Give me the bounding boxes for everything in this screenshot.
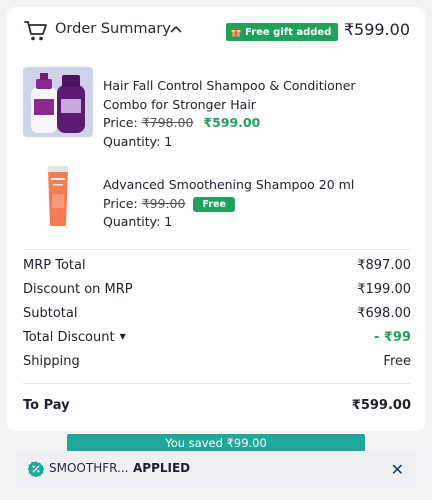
product-image-shampoo-combo [23,67,93,137]
summary-label[interactable]: Total Discount ▼ [23,330,126,345]
summary-value: Free [383,354,411,369]
summary-label: MRP Total [23,258,86,273]
summary-value: - ₹99 [373,330,411,345]
sale-price: ₹599.00 [203,115,261,130]
to-pay-label: To Pay [23,398,70,413]
free-badge: Free [193,196,235,212]
summary-row-mrp-total: MRP Total ₹897.00 [23,256,411,280]
coupon-percent-icon [28,461,44,477]
chevron-up-icon[interactable] [170,25,182,33]
mrp-price: ₹99.00 [141,195,186,211]
price-label: Price: [103,195,138,211]
divider [23,383,410,384]
summary-label: Subtotal [23,306,78,321]
gift-icon [231,28,241,37]
product-price: Price: ₹99.00 Free [103,195,403,214]
summary-row-subtotal: Subtotal ₹698.00 [23,304,411,328]
coupon-status: APPLIED [133,461,191,475]
order-summary-title: Order Summary [55,21,171,37]
product-name-line[interactable]: Advanced Smoothening Shampoo 20 ml [103,176,403,195]
product-quantity: Quantity: 1 [103,214,173,229]
product-quantity: Quantity: 1 [103,133,173,149]
product-name-line[interactable]: Combo for Stronger Hair [103,96,403,115]
divider [23,249,410,250]
price-breakdown: MRP Total ₹897.00 Discount on MRP ₹199.0… [23,256,411,376]
price-label: Price: [103,115,138,130]
summary-value: ₹698.00 [357,306,411,321]
header-total: ₹599.00 [343,20,410,39]
summary-value: ₹199.00 [357,282,411,297]
close-icon[interactable]: ✕ [391,460,404,479]
coupon-bar: SMOOTHFR... APPLIED ✕ [15,451,417,487]
order-summary-card: Order Summary Free gift added ₹599.00 Ha… [7,7,425,431]
mrp-price: ₹798.00 [141,115,194,130]
summary-row-shipping: Shipping Free [23,352,411,376]
order-summary-header[interactable]: Order Summary Free gift added ₹599.00 [7,7,425,55]
free-gift-badge: Free gift added [226,23,339,41]
to-pay-value: ₹599.00 [351,398,411,413]
product-price: Price: ₹798.00 ₹599.00 [103,114,403,133]
product-image-smoothening-shampoo [23,164,93,234]
caret-down-icon[interactable]: ▼ [120,332,126,341]
order-item-info: Hair Fall Control Shampoo & Conditioner … [103,77,403,151]
coupon-code: SMOOTHFR... [49,461,129,475]
order-item-info: Advanced Smoothening Shampoo 20 ml Price… [103,176,403,232]
summary-label: Shipping [23,354,80,369]
summary-row-discount-on-mrp: Discount on MRP ₹199.00 [23,280,411,304]
to-pay-row: To Pay ₹599.00 [23,398,411,413]
summary-label: Discount on MRP [23,282,133,297]
cart-icon [24,21,47,41]
total-discount-label: Total Discount [23,330,115,345]
summary-value: ₹897.00 [357,258,411,273]
product-name-line[interactable]: Hair Fall Control Shampoo & Conditioner [103,77,403,96]
savings-banner: You saved ₹99.00 [67,434,365,452]
summary-row-total-discount[interactable]: Total Discount ▼ - ₹99 [23,328,411,352]
free-gift-label: Free gift added [245,26,332,38]
